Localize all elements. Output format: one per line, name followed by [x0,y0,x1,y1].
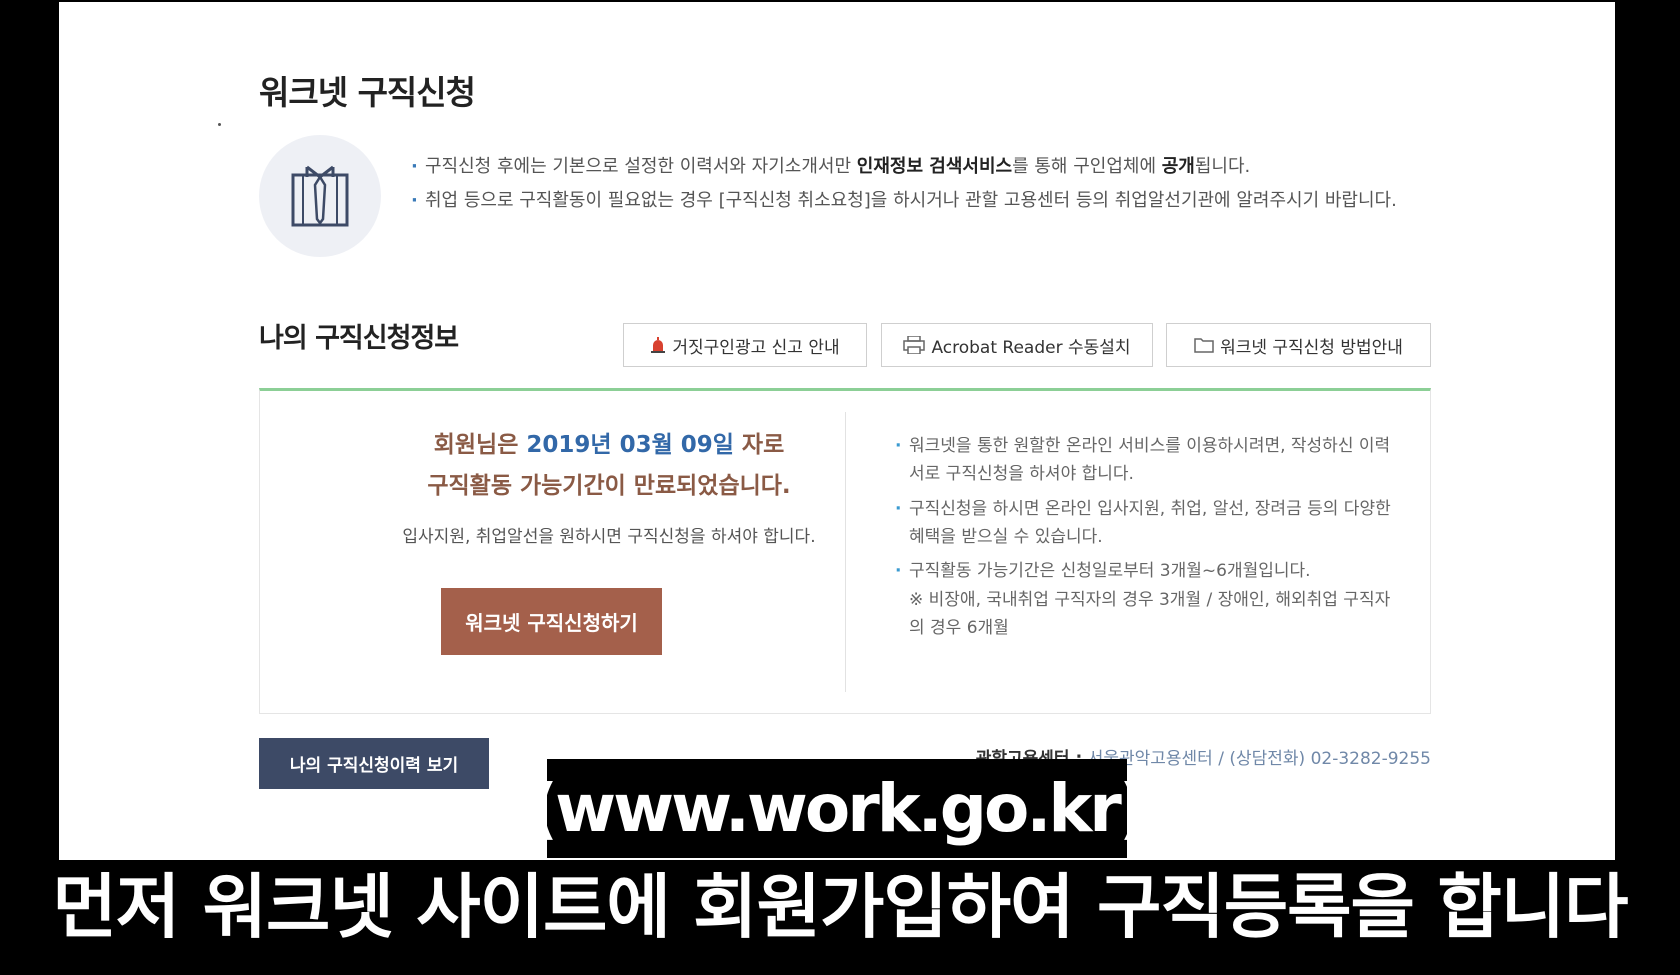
acrobat-install-button[interactable]: Acrobat Reader 수동설치 [881,323,1153,367]
note-bullet: · [895,436,902,456]
notice-strong-public: 공개 [1161,156,1195,177]
expiry-prefix: 회원님은 [433,432,527,458]
notice-item-public: · 구직신청 후에는 기본으로 설정한 이력서와 자기소개서만 인재정보 검색서… [411,153,1491,181]
job-application-guide-button[interactable]: 워크넷 구직신청 방법안내 [1166,323,1431,367]
page: 워크넷 구직신청 · 구직신청 후에는 기본으로 설정한 이력서와 자기소개서만… [59,2,1615,860]
shirt-tie-icon [259,135,381,257]
note-bullet: · [895,499,902,519]
note-text: ※ 비장애, 국내취업 구직자의 경우 3개월 / 장애인, 해외취업 구직자의… [909,590,1391,638]
url-caption: (www.work.go.kr) [528,759,1149,858]
notice-strong-service: 인재정보 검색서비스 [856,156,1013,177]
decorative-dot [218,123,221,126]
section-title: 나의 구직신청정보 [259,323,459,354]
note-text: 구직활동 가능기간은 신청일로부터 3개월~6개월입니다. [909,561,1311,581]
center-value[interactable]: 서울관악고용센터 / (상담전화) 02-3282-9255 [1088,749,1431,769]
notice-item-cancel: · 취업 등으로 구직활동이 필요없는 경우 [구직신청 취소요청]을 하시거나… [411,187,1491,215]
expiry-message-line1: 회원님은 2019년 03월 09일 자로 [319,425,899,459]
right-note-item: · 워크넷을 통한 원할한 온라인 서비스를 이용하시려면, 작성하신 이력서로… [895,432,1405,488]
notice-text: 구직신청 후에는 기본으로 설정한 이력서와 자기소개서만 인재정보 검색서비스… [411,153,1491,181]
expiry-date: 2019년 03월 09일 [526,432,734,458]
note-text: 워크넷을 통한 원할한 온라인 서비스를 이용하시려면, 작성하신 이력서로 구… [909,436,1391,484]
notice-bullet: · [411,156,418,177]
note-bullet: · [895,561,902,581]
right-note-subnote: ※ 비장애, 국내취업 구직자의 경우 3개월 / 장애인, 해외취업 구직자의… [895,586,1405,642]
fake-job-ad-report-button[interactable]: 거짓구인광고 신고 안내 [623,323,867,367]
button-label: 거짓구인광고 신고 안내 [672,337,840,358]
notice-text-part: 됩니다. [1194,156,1251,177]
expiry-suffix: 자로 [733,432,785,458]
expiry-message-line2: 구직활동 가능기간이 만료되었습니다. [427,473,791,499]
note-text: 구직신청을 하시면 온라인 입사지원, 취업, 알선, 장려금 등의 다양한 혜… [909,499,1391,547]
folder-icon [1194,337,1214,353]
siren-icon [650,337,666,353]
right-note-item: · 구직활동 가능기간은 신청일로부터 3개월~6개월입니다. [895,557,1405,585]
video-subtitle: 먼저 워크넷 사이트에 회원가입하여 구직등록을 합니다 [52,866,1628,948]
notice-text: 취업 등으로 구직활동이 필요없는 경우 [구직신청 취소요청]을 하시거나 관… [425,190,1397,211]
right-note-item: · 구직신청을 하시면 온라인 입사지원, 취업, 알선, 장려금 등의 다양한… [895,495,1405,551]
notice-text-part: 를 통해 구인업체에 [1012,156,1162,177]
notice-bullet: · [411,190,418,211]
expiry-message-line3: 입사지원, 취업알선을 원하시면 구직신청을 하셔야 합니다. [402,527,816,547]
notice-text-part: 구직신청 후에는 기본으로 설정한 이력서와 자기소개서만 [425,156,857,177]
page-title: 워크넷 구직신청 [259,73,476,112]
apply-job-button[interactable]: 워크넷 구직신청하기 [441,588,662,655]
printer-icon [903,335,926,355]
button-label: Acrobat Reader 수동설치 [931,337,1131,358]
view-application-history-button[interactable]: 나의 구직신청이력 보기 [259,738,489,789]
button-label: 워크넷 구직신청 방법안내 [1220,337,1403,358]
